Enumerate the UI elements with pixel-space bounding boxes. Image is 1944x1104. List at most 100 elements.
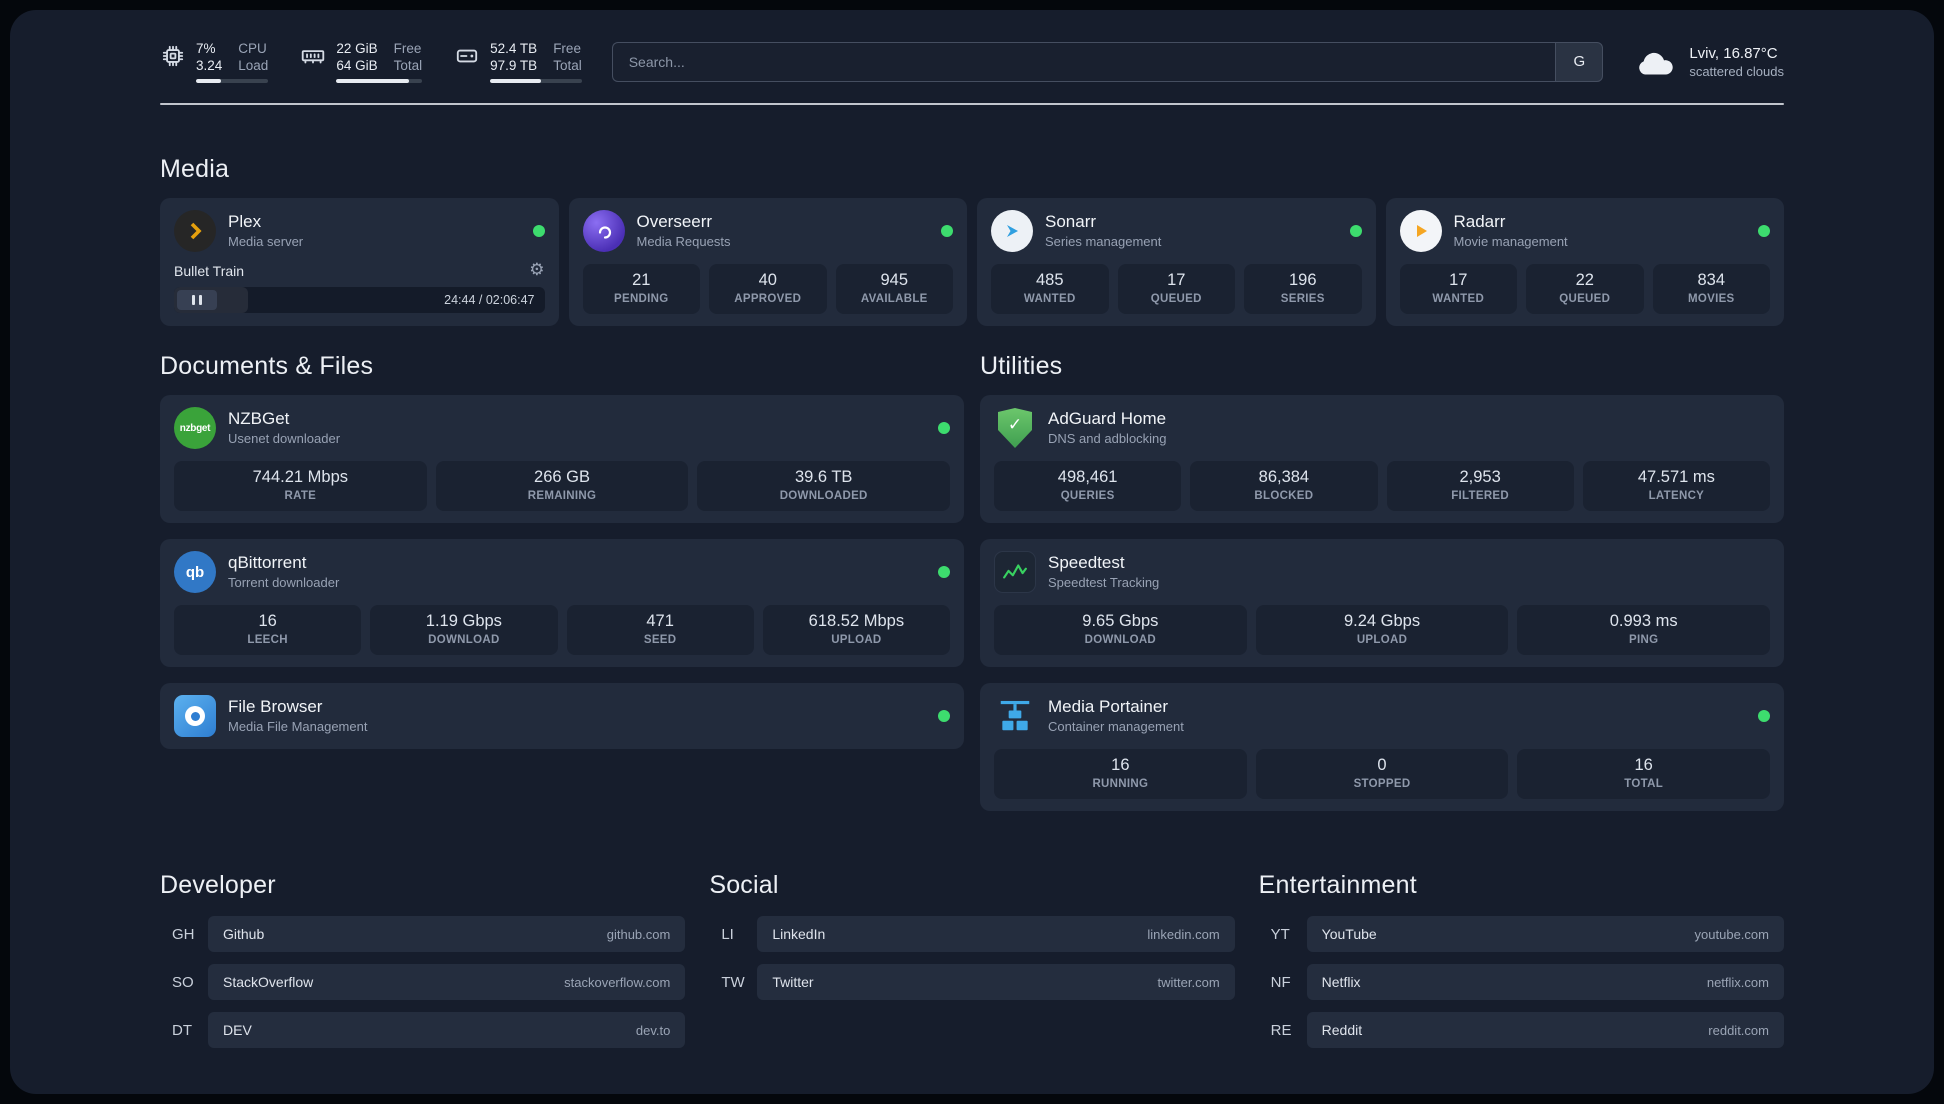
cpu-usage: 7% <box>196 41 216 56</box>
service-card-overseerr: Overseerr Media Requests 21 PENDING 40 A… <box>568 198 967 326</box>
service-link-filebrowser[interactable]: File Browser Media File Management <box>174 695 950 737</box>
portainer-icon <box>994 695 1036 737</box>
google-search-button[interactable]: G <box>1555 41 1604 82</box>
gear-icon[interactable]: ⚙ <box>529 262 544 279</box>
search-input[interactable] <box>611 41 1556 82</box>
bookmark-abbr: SO <box>172 973 194 991</box>
service-desc: Speedtest Tracking <box>1048 575 1160 590</box>
stat-tile: 22 QUEUED <box>1526 264 1644 314</box>
section-title-social: Social <box>709 871 779 899</box>
nzbget-logo-text: nzbget <box>179 422 211 434</box>
bookmark-abbr: RE <box>1270 1021 1292 1039</box>
stat-label: APPROVED <box>734 293 802 305</box>
stat-tile: 0 STOPPED <box>1255 749 1509 799</box>
stat-tile: 16 TOTAL <box>1517 749 1771 799</box>
bookmark-abbr: YT <box>1270 925 1290 943</box>
section-social: Social LI LinkedIn linkedin.com TW Twitt… <box>709 871 1235 1060</box>
ram-icon <box>300 43 326 69</box>
service-link-speedtest[interactable]: Speedtest Speedtest Tracking <box>994 551 1770 593</box>
service-link-overseerr[interactable]: Overseerr Media Requests <box>582 210 953 252</box>
bookmark-linkedin[interactable]: LinkedIn linkedin.com <box>757 916 1235 952</box>
cpu-icon <box>160 43 186 69</box>
weather-widget[interactable]: Lviv, 16.87°C scattered clouds <box>1633 44 1784 80</box>
bookmark-abbr: TW <box>721 973 745 991</box>
bookmark-abbr: NF <box>1270 973 1291 991</box>
bookmark-name: Twitter <box>772 974 814 990</box>
cpu-label-2: Load <box>238 58 269 73</box>
playback-progress-bar[interactable]: 24:44 / 02:06:47 <box>174 287 545 313</box>
section-title-entertainment: Entertainment <box>1258 871 1417 899</box>
disk-total: 97.9 TB <box>490 58 538 73</box>
qbittorrent-icon: qb <box>174 551 216 593</box>
stat-label: QUERIES <box>1060 490 1115 502</box>
bookmark-abbr: DT <box>172 1021 192 1039</box>
stat-value: 47.571 ms <box>1637 468 1715 486</box>
stat-label: DOWNLOADED <box>779 490 868 502</box>
stat-tile: 17 QUEUED <box>1117 264 1235 314</box>
bookmark-github[interactable]: Github github.com <box>208 916 686 952</box>
bookmark-domain: youtube.com <box>1694 926 1769 942</box>
stat-label: SEED <box>643 634 677 646</box>
check-icon: ✓ <box>1007 415 1023 435</box>
stat-tile: 1.19 Gbps DOWNLOAD <box>370 605 558 655</box>
bookmark-twitter[interactable]: Twitter twitter.com <box>757 964 1235 1000</box>
service-link-adguard[interactable]: ✓ AdGuard Home DNS and adblocking <box>994 407 1770 449</box>
section-title-developer: Developer <box>160 871 276 899</box>
stat-label: MOVIES <box>1687 293 1735 305</box>
service-link-nzbget[interactable]: nzbget NZBGet Usenet downloader <box>174 407 950 449</box>
cloud-icon <box>1633 47 1677 77</box>
stat-value: 485 <box>1035 271 1064 289</box>
bookmark-name: YouTube <box>1321 926 1377 942</box>
stat-value: 17 <box>1167 271 1186 289</box>
service-card-nzbget: nzbget NZBGet Usenet downloader 744.21 M… <box>160 395 964 523</box>
bookmark-netflix[interactable]: Netflix netflix.com <box>1306 964 1784 1000</box>
bookmark-row: LI LinkedIn linkedin.com <box>709 916 1235 952</box>
service-name: Plex <box>228 212 262 231</box>
service-card-speedtest: Speedtest Speedtest Tracking 9.65 Gbps D… <box>980 539 1784 667</box>
pause-button[interactable] <box>177 290 217 310</box>
stat-value: 40 <box>758 271 777 289</box>
stat-value: 0 <box>1377 756 1387 774</box>
service-desc: Series management <box>1045 234 1162 249</box>
bookmark-stackoverflow[interactable]: StackOverflow stackoverflow.com <box>208 964 686 1000</box>
bookmark-row: NF Netflix netflix.com <box>1259 964 1784 1000</box>
service-card-portainer: Media Portainer Container management 16 … <box>980 683 1784 811</box>
service-desc: Movie management <box>1453 234 1568 249</box>
radarr-icon <box>1399 210 1442 252</box>
section-title-documents: Documents & Files <box>160 352 374 380</box>
service-card-qbittorrent: qb qBittorrent Torrent downloader 16 LEE… <box>160 539 964 667</box>
bookmark-dev[interactable]: DEV dev.to <box>208 1012 686 1048</box>
bookmark-row: TW Twitter twitter.com <box>709 964 1235 1000</box>
cpu-usage-bar <box>196 79 269 83</box>
disk-label-1: Free <box>553 41 581 56</box>
service-link-qbittorrent[interactable]: qb qBittorrent Torrent downloader <box>174 551 950 593</box>
disk-label-2: Total <box>553 58 582 73</box>
stat-tile: 2,953 FILTERED <box>1386 461 1574 511</box>
bookmark-youtube[interactable]: YouTube youtube.com <box>1306 916 1784 952</box>
service-link-portainer[interactable]: Media Portainer Container management <box>994 695 1770 737</box>
stat-tile: 9.65 Gbps DOWNLOAD <box>994 605 1247 655</box>
bookmark-domain: reddit.com <box>1708 1022 1769 1038</box>
service-name: File Browser <box>228 697 323 716</box>
bookmark-reddit[interactable]: Reddit reddit.com <box>1306 1012 1784 1048</box>
service-link-plex[interactable]: Plex Media server <box>174 210 545 252</box>
bookmark-domain: github.com <box>606 926 671 942</box>
service-desc: Torrent downloader <box>228 575 340 590</box>
stat-tile: 17 WANTED <box>1399 264 1517 314</box>
service-link-sonarr[interactable]: Sonarr Series management <box>991 210 1362 252</box>
bookmark-row: SO StackOverflow stackoverflow.com <box>160 964 686 1000</box>
stat-label: RUNNING <box>1092 778 1149 790</box>
system-stats-group: 7% 3.24 CPU Load 22 GiB 64 GiB Free Tota… <box>160 40 582 83</box>
stat-label: QUEUED <box>1559 293 1611 305</box>
stat-tile: 485 WANTED <box>991 264 1109 314</box>
stat-label: REMAINING <box>527 490 597 502</box>
stat-value: 266 GB <box>534 468 590 486</box>
stat-label: UPLOAD <box>831 634 882 646</box>
cpu-label-1: CPU <box>238 41 267 56</box>
stat-tile: 618.52 Mbps UPLOAD <box>762 605 950 655</box>
status-dot <box>938 566 950 578</box>
bookmark-name: StackOverflow <box>223 974 314 990</box>
stat-value: 1.19 Gbps <box>425 612 502 630</box>
service-link-radarr[interactable]: Radarr Movie management <box>1399 210 1770 252</box>
service-card-radarr: Radarr Movie management 17 WANTED 22 QUE… <box>1385 198 1784 326</box>
